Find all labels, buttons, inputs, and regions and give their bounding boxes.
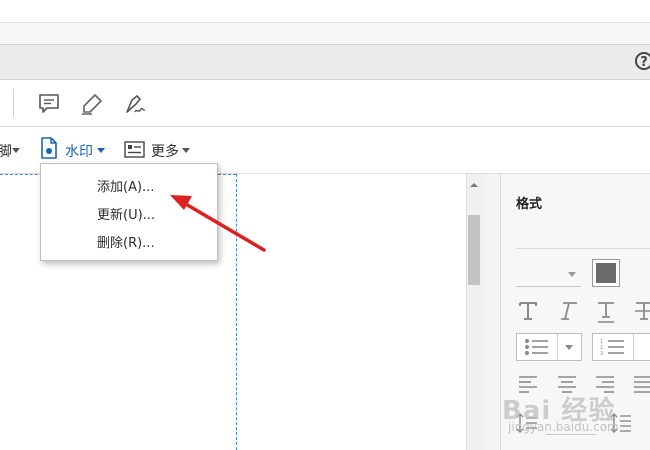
sign-icon[interactable]	[123, 92, 147, 116]
text-bold-icon[interactable]	[517, 300, 539, 322]
svg-text:3: 3	[600, 351, 603, 356]
panel-gutter	[483, 174, 500, 450]
comment-icon[interactable]	[37, 92, 61, 116]
scroll-up-icon[interactable]	[466, 178, 482, 192]
text-color-swatch	[596, 263, 616, 283]
format-panel-title: 格式	[516, 197, 543, 212]
highlight-icon[interactable]	[80, 92, 104, 116]
menu-item-update[interactable]: 更新(U)...	[97, 204, 155, 223]
bullet-list-caret-icon[interactable]	[565, 345, 573, 350]
page-boundary-right	[236, 174, 237, 450]
more-caret-icon[interactable]	[182, 148, 190, 153]
align-justify-icon[interactable]	[633, 374, 650, 394]
more-button[interactable]: 更多	[151, 141, 179, 161]
more-icon[interactable]	[124, 141, 145, 158]
watermark-caret-icon[interactable]	[97, 148, 105, 153]
scrollbar-thumb[interactable]	[468, 215, 480, 285]
header-footer-caret-icon[interactable]	[12, 148, 20, 153]
title-bar	[0, 22, 650, 44]
help-icon[interactable]: ?	[635, 52, 650, 70]
toolbar-separator	[13, 89, 14, 117]
panel-divider	[516, 248, 650, 249]
bullet-list-icon	[525, 339, 548, 355]
list-divider	[557, 334, 558, 360]
text-italic-icon[interactable]	[557, 300, 579, 322]
header-footer-button[interactable]: 脚	[0, 141, 12, 161]
text-underline-icon[interactable]	[595, 300, 617, 324]
number-list-icon: 1 2 3	[600, 339, 624, 356]
watermark-icon[interactable]	[40, 137, 58, 159]
menu-item-add[interactable]: 添加(A)...	[97, 176, 154, 195]
text-strike-icon[interactable]	[633, 300, 650, 322]
window-top	[0, 0, 650, 22]
brand-url: jingyan.baidu.com	[508, 420, 619, 434]
watermark-button[interactable]: 水印	[65, 141, 93, 161]
font-size-caret-icon[interactable]	[568, 272, 576, 277]
line-spacing-select[interactable]	[546, 434, 596, 435]
menu-item-remove[interactable]: 删除(R)...	[97, 232, 155, 251]
menu-strip	[0, 44, 650, 80]
list-divider	[633, 334, 634, 360]
